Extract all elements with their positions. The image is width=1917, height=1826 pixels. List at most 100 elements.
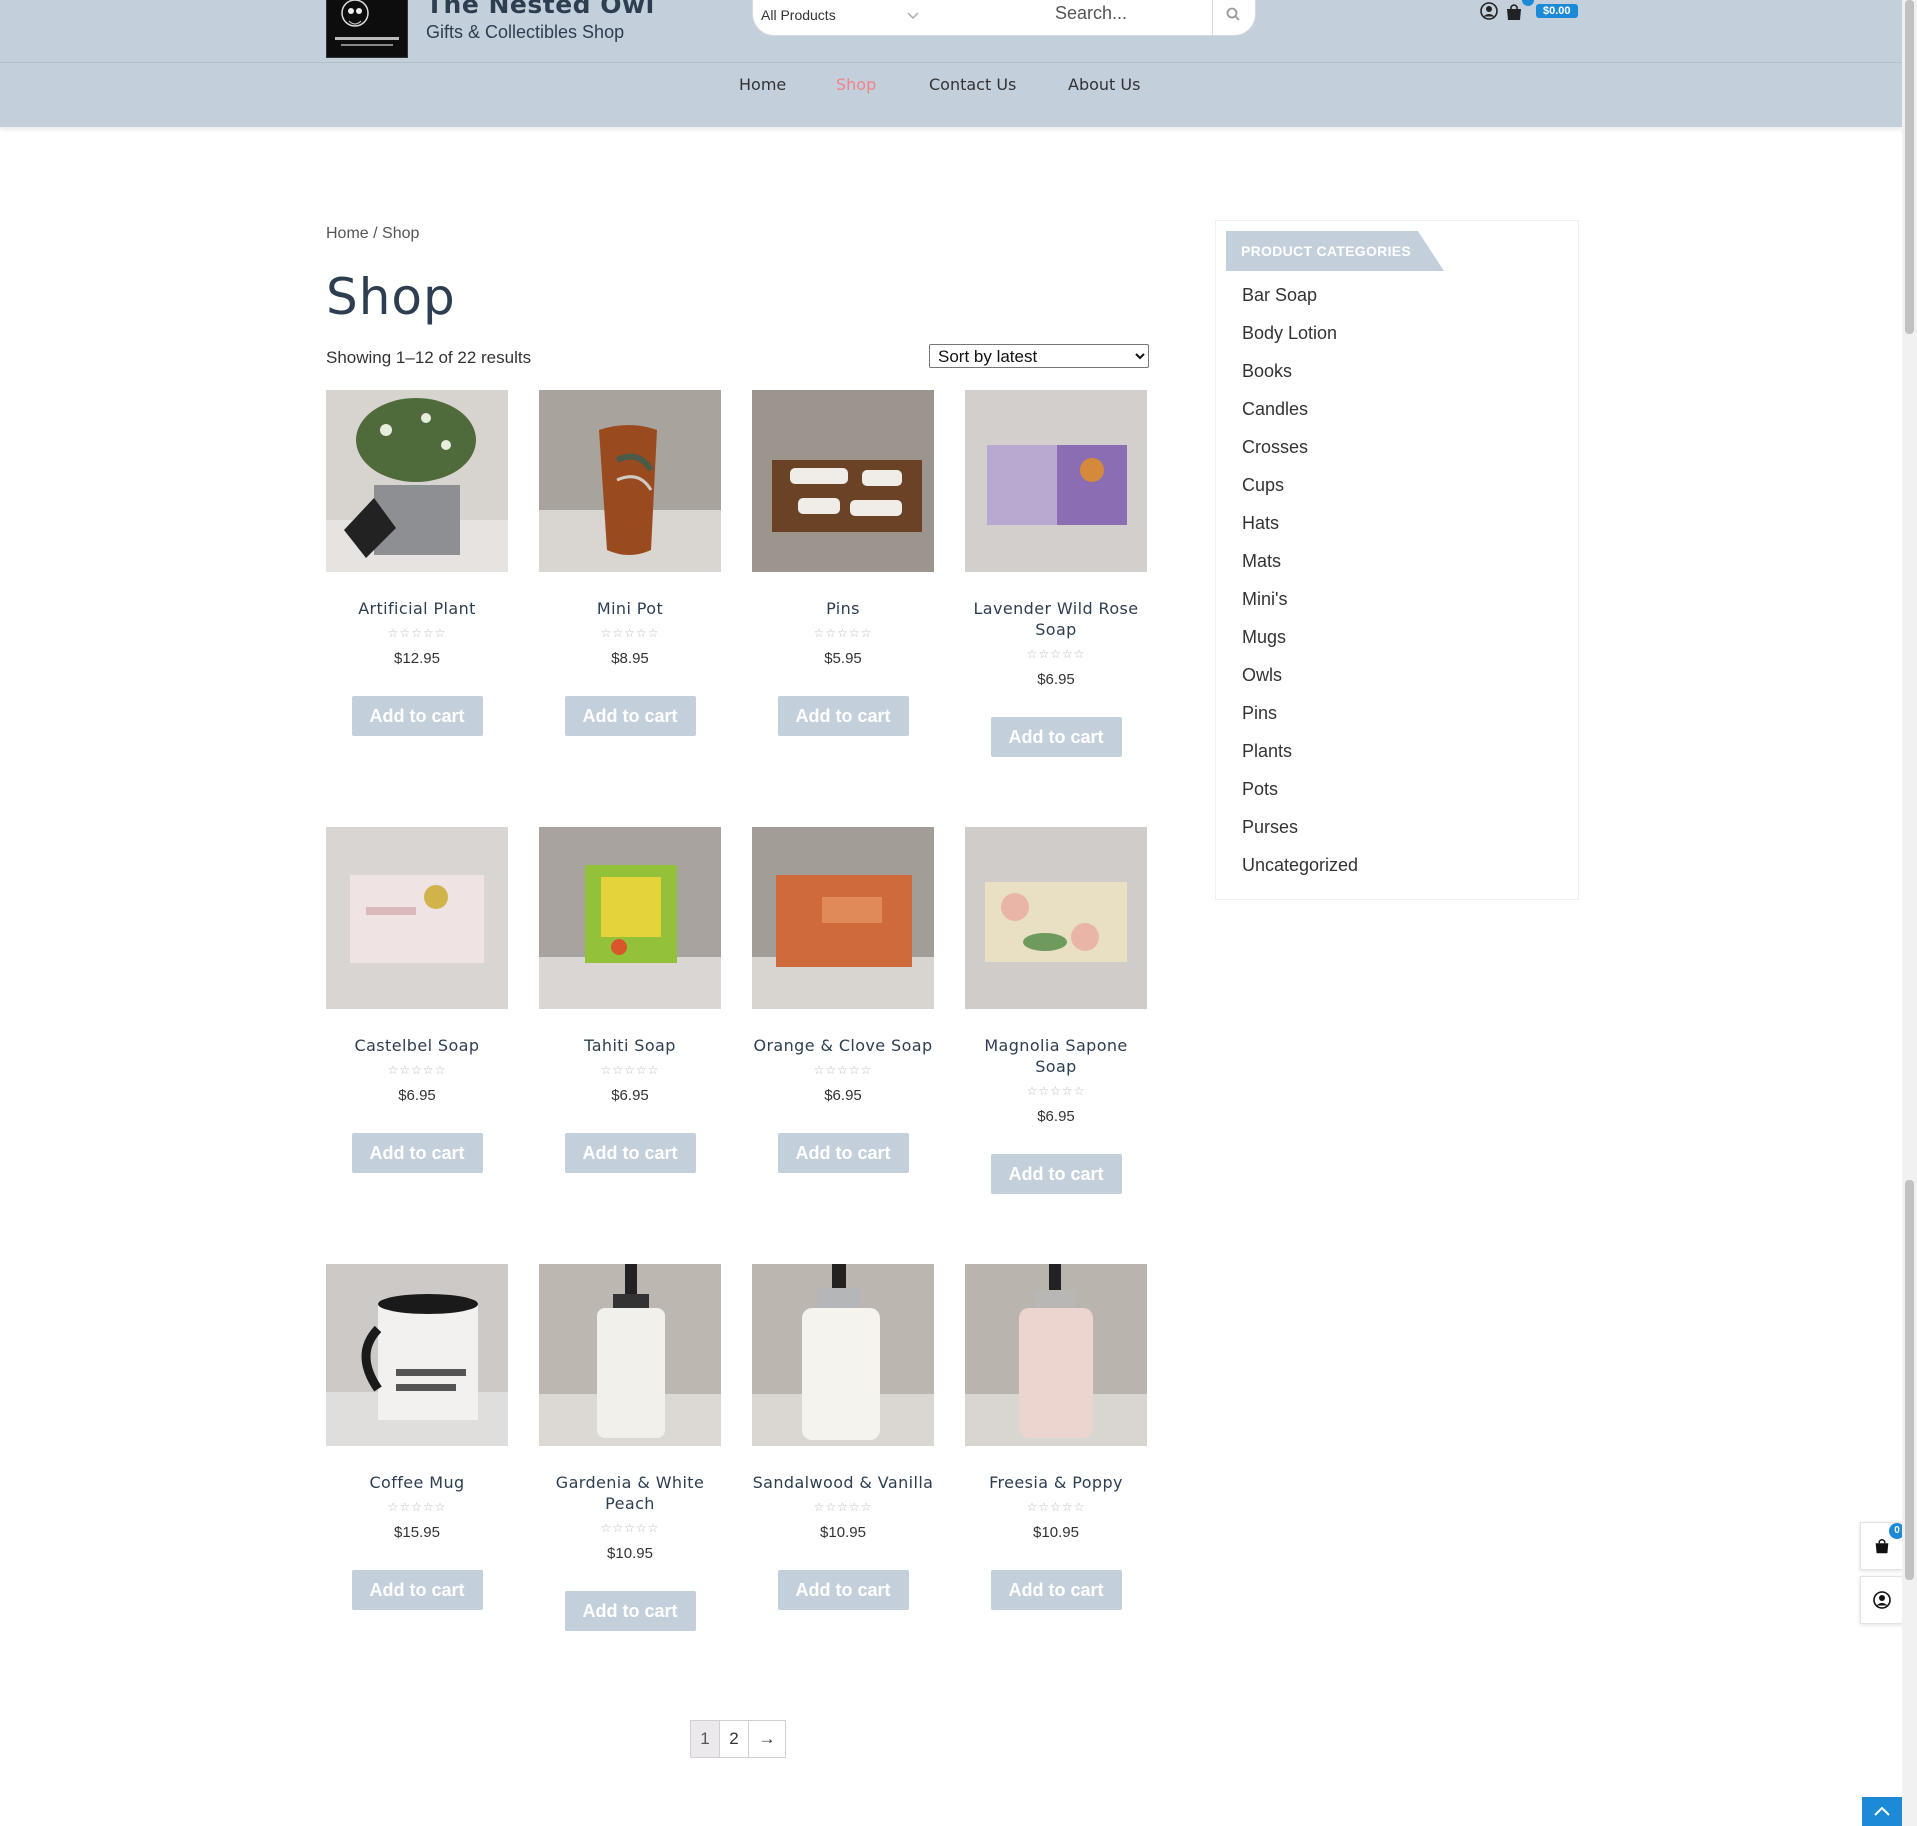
product-image[interactable]	[752, 1264, 934, 1446]
search-input[interactable]: Search...	[1055, 3, 1127, 24]
cart-total[interactable]: $0.00	[1536, 4, 1578, 18]
category-link[interactable]: Mini's	[1242, 588, 1358, 626]
top-header: The Nested Owl Gifts & Collectibles Shop…	[0, 0, 1902, 62]
product-title[interactable]: Magnolia Sapone Soap	[965, 1035, 1147, 1077]
add-to-cart-button[interactable]: Add to cart	[990, 1570, 1122, 1610]
add-to-cart-button[interactable]: Add to cart	[564, 696, 696, 736]
back-to-top-button[interactable]	[1862, 1797, 1902, 1826]
category-link[interactable]: Candles	[1242, 398, 1358, 436]
product-title[interactable]: Freesia & Poppy	[965, 1472, 1147, 1493]
product-title[interactable]: Orange & Clove Soap	[752, 1035, 934, 1056]
soap-photo-icon	[539, 827, 721, 1009]
product-card[interactable]: Coffee Mug ☆☆☆☆☆ $15.95 Add to cart	[326, 1264, 508, 1610]
category-link[interactable]: Uncategorized	[1242, 854, 1358, 892]
product-image[interactable]	[965, 1264, 1147, 1446]
add-to-cart-button[interactable]: Add to cart	[777, 1570, 909, 1610]
scrollbar-thumb[interactable]	[1905, 0, 1914, 334]
category-link[interactable]: Hats	[1242, 512, 1358, 550]
product-image[interactable]	[965, 827, 1147, 1009]
category-link[interactable]: Mugs	[1242, 626, 1358, 664]
add-to-cart-button[interactable]: Add to cart	[777, 696, 909, 736]
product-image[interactable]	[539, 390, 721, 572]
category-link[interactable]: Cups	[1242, 474, 1358, 512]
category-link[interactable]: Pots	[1242, 778, 1358, 816]
breadcrumb[interactable]: Home / Shop	[326, 225, 419, 243]
product-title[interactable]: Mini Pot	[539, 598, 721, 619]
add-to-cart-button[interactable]: Add to cart	[351, 1570, 483, 1610]
category-link[interactable]: Bar Soap	[1242, 284, 1358, 322]
product-card[interactable]: Castelbel Soap ☆☆☆☆☆ $6.95 Add to cart	[326, 827, 508, 1173]
add-to-cart-button[interactable]: Add to cart	[351, 1133, 483, 1173]
page-scrollbar[interactable]	[1902, 0, 1917, 1826]
search-button[interactable]	[1212, 0, 1255, 35]
category-link[interactable]: Mats	[1242, 550, 1358, 588]
add-to-cart-button[interactable]: Add to cart	[777, 1133, 909, 1173]
category-link[interactable]: Owls	[1242, 664, 1358, 702]
product-card[interactable]: Freesia & Poppy ☆☆☆☆☆ $10.95 Add to cart	[965, 1264, 1147, 1610]
product-card[interactable]: Gardenia & White Peach ☆☆☆☆☆ $10.95 Add …	[539, 1264, 721, 1631]
page-number-link[interactable]: 2	[720, 1721, 749, 1757]
category-link[interactable]: Pins	[1242, 702, 1358, 740]
soap-photo-icon	[326, 827, 508, 1009]
product-image[interactable]	[326, 827, 508, 1009]
product-title[interactable]: Tahiti Soap	[539, 1035, 721, 1056]
category-link[interactable]: Crosses	[1242, 436, 1358, 474]
user-account-icon[interactable]	[1480, 2, 1498, 20]
product-image[interactable]	[752, 827, 934, 1009]
add-to-cart-button[interactable]: Add to cart	[564, 1591, 696, 1631]
add-to-cart-button[interactable]: Add to cart	[990, 717, 1122, 757]
product-title[interactable]: Castelbel Soap	[326, 1035, 508, 1056]
product-card[interactable]: Lavender Wild Rose Soap ☆☆☆☆☆ $6.95 Add …	[965, 390, 1147, 757]
product-image[interactable]	[326, 1264, 508, 1446]
category-link[interactable]: Body Lotion	[1242, 322, 1358, 360]
add-to-cart-button[interactable]: Add to cart	[564, 1133, 696, 1173]
sort-select[interactable]: Sort by latest	[929, 344, 1149, 368]
site-logo[interactable]	[326, 0, 408, 58]
next-page-arrow[interactable]: →	[749, 1721, 785, 1757]
lotion-photo-icon	[752, 1264, 934, 1446]
rating-stars: ☆☆☆☆☆	[813, 1063, 873, 1077]
product-card[interactable]: Artificial Plant ☆☆☆☆☆ $12.95 Add to car…	[326, 390, 508, 736]
results-count: Showing 1–12 of 22 results	[326, 348, 532, 367]
nav-home[interactable]: Home	[739, 75, 786, 94]
category-link[interactable]: Purses	[1242, 816, 1358, 854]
rating-stars: ☆☆☆☆☆	[387, 626, 447, 640]
product-image[interactable]	[539, 827, 721, 1009]
product-card[interactable]: Sandalwood & Vanilla ☆☆☆☆☆ $10.95 Add to…	[752, 1264, 934, 1610]
product-price: $6.95	[1037, 1108, 1075, 1125]
product-title[interactable]: Artificial Plant	[326, 598, 508, 619]
nav-shop[interactable]: Shop	[836, 75, 876, 94]
chevron-down-icon[interactable]	[903, 5, 923, 25]
chevron-up-icon	[1874, 1806, 1890, 1816]
product-image[interactable]	[326, 390, 508, 572]
product-card[interactable]: Pins ☆☆☆☆☆ $5.95 Add to cart	[752, 390, 934, 736]
floating-account-button[interactable]	[1860, 1576, 1904, 1624]
nav-contact-us[interactable]: Contact Us	[929, 75, 1016, 94]
rating-stars: ☆☆☆☆☆	[387, 1063, 447, 1077]
product-card[interactable]: Mini Pot ☆☆☆☆☆ $8.95 Add to cart	[539, 390, 721, 736]
shopping-bag-icon[interactable]	[1504, 2, 1524, 22]
product-title[interactable]: Sandalwood & Vanilla	[752, 1472, 934, 1493]
category-select[interactable]: All Products	[761, 7, 836, 23]
product-title[interactable]: Gardenia & White Peach	[539, 1472, 721, 1514]
product-title[interactable]: Lavender Wild Rose Soap	[965, 598, 1147, 640]
product-image[interactable]	[752, 390, 934, 572]
product-card[interactable]: Tahiti Soap ☆☆☆☆☆ $6.95 Add to cart	[539, 827, 721, 1173]
add-to-cart-button[interactable]: Add to cart	[990, 1154, 1122, 1194]
product-card[interactable]: Magnolia Sapone Soap ☆☆☆☆☆ $6.95 Add to …	[965, 827, 1147, 1194]
product-title[interactable]: Coffee Mug	[326, 1472, 508, 1493]
category-link[interactable]: Plants	[1242, 740, 1358, 778]
add-to-cart-button[interactable]: Add to cart	[351, 696, 483, 736]
product-card[interactable]: Orange & Clove Soap ☆☆☆☆☆ $6.95 Add to c…	[752, 827, 934, 1173]
category-link[interactable]: Books	[1242, 360, 1358, 398]
scrollbar-thumb-lower[interactable]	[1905, 1180, 1914, 1580]
product-image[interactable]	[539, 1264, 721, 1446]
product-image[interactable]	[965, 390, 1147, 572]
product-title[interactable]: Pins	[752, 598, 934, 619]
rating-stars: ☆☆☆☆☆	[813, 1500, 873, 1514]
user-account-icon	[1873, 1591, 1891, 1609]
floating-cart-button[interactable]: 0	[1860, 1522, 1905, 1570]
site-title[interactable]: The Nested Owl	[426, 0, 655, 19]
nav-about-us[interactable]: About Us	[1068, 75, 1140, 94]
rating-stars: ☆☆☆☆☆	[600, 1063, 660, 1077]
